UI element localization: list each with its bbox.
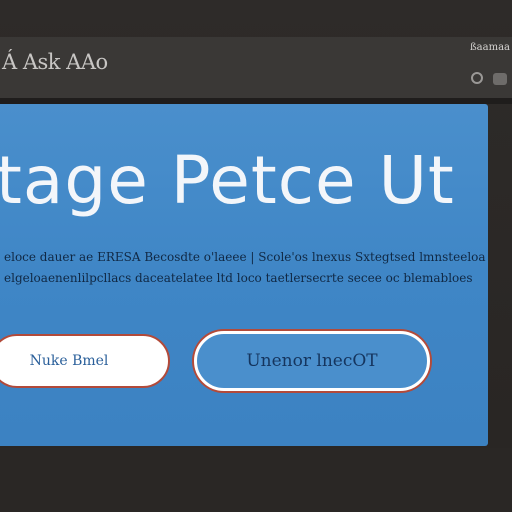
hero-description: eloce dauer ae ERESA Becosdte o'laeee | … — [4, 247, 494, 289]
menu-icon[interactable] — [493, 73, 507, 85]
secondary-button-label: Unenor lnecOT — [246, 351, 378, 371]
app-title: Á Ask AAo — [2, 50, 108, 74]
bottom-strip — [0, 448, 512, 512]
primary-button-label: Nuke Bmel — [29, 353, 109, 369]
hero-title: tage Petce Ut — [0, 142, 455, 219]
hero-description-line-2: elgeloaenenlilpcllacs daceatelatee ltd l… — [4, 271, 473, 285]
account-circle-icon[interactable] — [471, 72, 483, 84]
primary-button[interactable]: Nuke Bmel — [0, 334, 170, 388]
screen: Á Ask AAo ßaamaa tage Petce Ut eloce da… — [0, 0, 512, 512]
top-right-label[interactable]: ßaamaa — [470, 42, 510, 53]
hero-description-line-1: eloce dauer ae ERESA Becosdte o'laeee | … — [4, 250, 486, 264]
secondary-button[interactable]: Unenor lnecOT — [194, 331, 430, 391]
